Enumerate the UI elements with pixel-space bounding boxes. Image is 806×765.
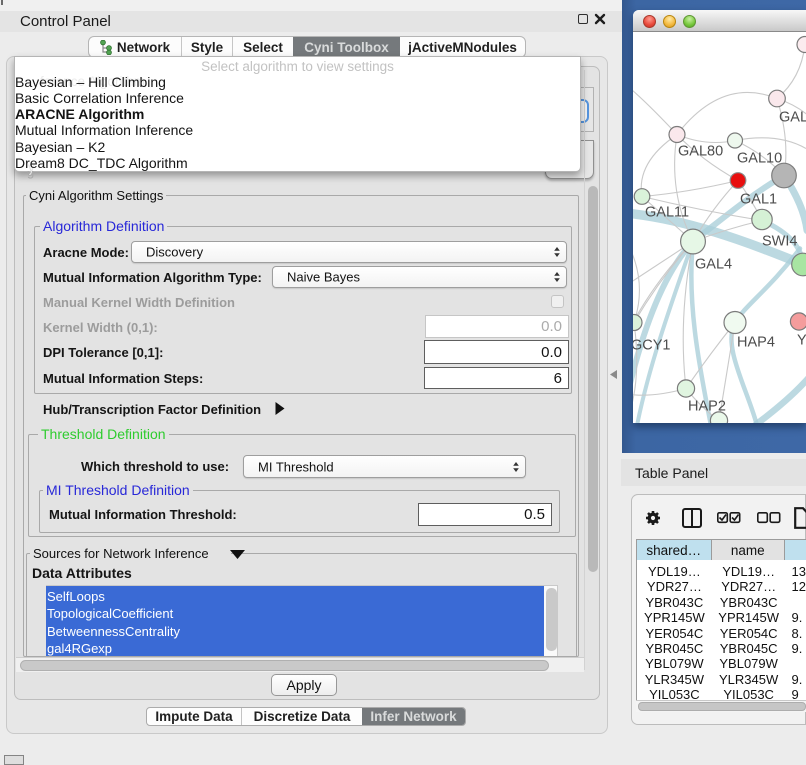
svg-text:GAL4: GAL4 bbox=[695, 256, 732, 272]
svg-text:HAP2: HAP2 bbox=[688, 398, 726, 414]
svg-text:GAL11: GAL11 bbox=[645, 204, 689, 220]
svg-text:GAL2: GAL2 bbox=[779, 109, 806, 125]
svg-text:GAL1: GAL1 bbox=[740, 191, 777, 207]
svg-text:GAL10: GAL10 bbox=[737, 150, 782, 166]
svg-text:HAP4: HAP4 bbox=[737, 334, 775, 350]
svg-text:GAL80: GAL80 bbox=[678, 143, 723, 159]
svg-text:YP: YP bbox=[797, 332, 806, 348]
svg-text:GCY1: GCY1 bbox=[633, 337, 671, 353]
svg-text:SWI4: SWI4 bbox=[762, 233, 797, 249]
